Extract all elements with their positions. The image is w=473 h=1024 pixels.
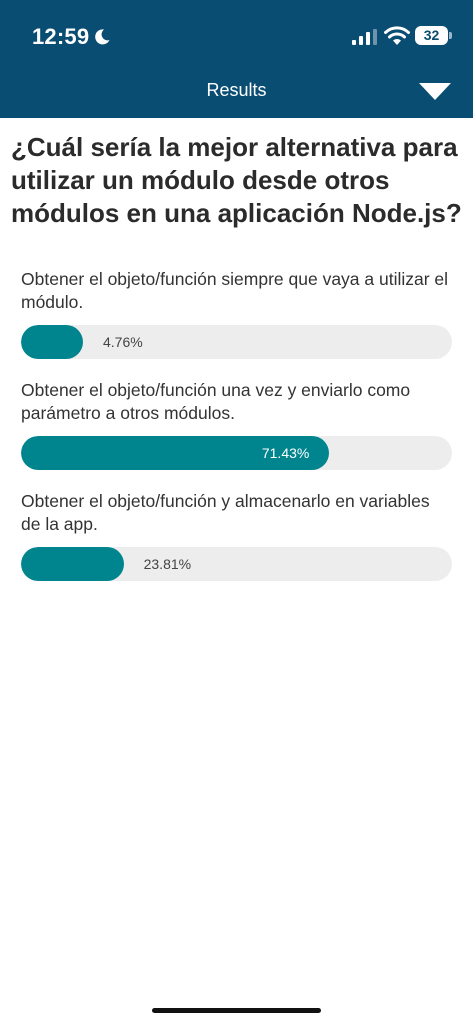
status-bar: 12:59 32 — [0, 0, 473, 62]
wifi-icon — [384, 26, 410, 45]
status-time: 12:59 — [32, 24, 90, 49]
home-indicator — [152, 1008, 321, 1013]
chevron-down-icon[interactable] — [419, 83, 451, 101]
result-bar: 23.81% — [21, 547, 452, 581]
result-bar: 4.76% — [21, 325, 452, 359]
result-bar: 71.43% — [21, 436, 452, 470]
question-title: ¿Cuál sería la mejor alternativa para ut… — [11, 132, 462, 228]
result-bar-fill — [21, 325, 83, 359]
page-title: Results — [206, 80, 267, 100]
moon-icon — [95, 29, 110, 45]
battery-tip — [449, 32, 452, 39]
battery-icon: 32 — [415, 26, 448, 45]
result-percent: 71.43% — [261, 445, 310, 461]
app-header: 12:59 32 Results — [0, 0, 473, 118]
option-label: Obtener el objeto/función una vez y envi… — [21, 380, 411, 423]
option-label: Obtener el objeto/función siempre que va… — [21, 269, 449, 312]
signal-icon — [352, 29, 377, 45]
result-bar-fill — [21, 547, 124, 581]
option-label: Obtener el objeto/función y almacenarlo … — [21, 491, 430, 534]
result-percent: 4.76% — [103, 334, 143, 350]
result-percent: 23.81% — [143, 556, 192, 572]
